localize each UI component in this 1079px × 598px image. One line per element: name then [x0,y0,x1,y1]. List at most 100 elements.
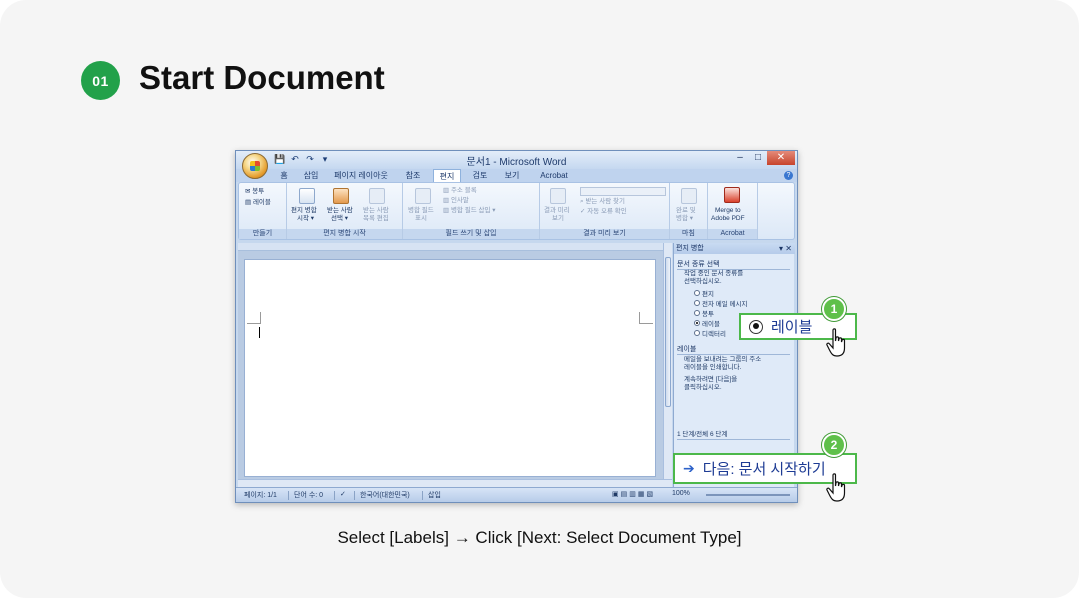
select-recipients-icon [333,188,349,204]
tab-page-layout[interactable]: 페이지 레이아웃 [328,169,394,182]
word-window: 💾 ↶ ↷ ▾ 문서1 - Microsoft Word – □ ✕ 홈 삽입 … [235,150,798,503]
step-status: 1 단계/전체 6 단계 [677,431,790,440]
word-count: 단어 수: 0 [294,492,324,499]
page-count: 페이지: 1/1 [244,492,277,499]
preview-results-icon [550,188,566,204]
pane-close-icon[interactable]: ▾ ✕ [779,243,792,254]
radio-icon [694,310,700,316]
status-separator [334,491,335,500]
envelopes-button[interactable]: ✉ 봉투 [245,188,264,196]
document-area [238,243,663,479]
record-navigator[interactable] [580,187,666,196]
step-number-badge: 01 [81,61,120,100]
office-button[interactable] [242,153,268,179]
close-button[interactable]: ✕ [767,151,795,165]
office-logo-icon [250,161,260,171]
group-label: 편지 병합 시작 [287,229,402,239]
text-cursor [259,327,260,338]
vertical-scrollbar[interactable] [663,243,672,479]
proofing-icon[interactable]: ✓ [340,490,346,498]
address-block-button[interactable]: ▥ 주소 블록 [443,187,477,195]
title-bar: 💾 ↶ ↷ ▾ 문서1 - Microsoft Word – □ ✕ [236,151,797,169]
greeting-line-button[interactable]: ▥ 인사말 [443,197,469,205]
finish-merge-icon [681,188,697,204]
hand-cursor-icon [826,328,846,357]
zoom-slider[interactable] [706,494,790,496]
start-mail-merge-button[interactable]: 편지 병합 [291,207,317,215]
ribbon: ✉ 봉투 ▤ 레이블 만들기 편지 병합 시작 ▾ 받는 사람 선택 ▾ 받는 … [238,182,795,240]
ribbon-tabs: 홈 삽입 페이지 레이아웃 참조 편지 검토 보기 Acrobat ? [236,169,797,182]
group-label: 필드 쓰기 및 삽입 [403,229,539,239]
radio-envelopes[interactable]: 봉투 [694,308,714,318]
arrow-right-icon: ➔ [683,460,695,476]
group-label: 결과 미리 보기 [540,229,669,239]
find-recipient-button[interactable]: ⌕ 받는 사람 찾기 [580,198,625,206]
pane-header: 편지 병합 ▾ ✕ [674,243,795,254]
mail-merge-pane: 편지 병합 ▾ ✕ 문서 종류 선택 작업 중인 문서 종류를 선택하십시오. … [673,243,795,487]
callout-number-2: 2 [822,433,846,457]
group-acrobat: Merge to Adobe PDF Acrobat [708,183,758,239]
edit-recipient-list-button[interactable]: 받는 사람 [363,207,389,215]
preview-results-button[interactable]: 결과 미리 [544,207,570,215]
callout-number-1: 1 [822,297,846,321]
view-buttons-icon[interactable]: ▣▤▥▦▧ [612,490,655,498]
help-icon[interactable]: ? [784,171,793,180]
merge-to-pdf-icon [724,187,740,203]
insert-merge-field-button[interactable]: ▥ 병합 필드 삽입 ▾ [443,207,496,215]
auto-check-errors-button[interactable]: ✓ 자동 오류 확인 [580,208,627,216]
ruler [238,243,663,251]
callout-labels-text: 레이블 [771,319,813,336]
tab-acrobat[interactable]: Acrobat [534,169,574,182]
radio-letters[interactable]: 편지 [694,288,714,298]
status-separator [422,491,423,500]
minimize-button[interactable]: – [731,151,749,165]
tab-insert[interactable]: 삽입 [298,169,324,182]
crop-mark [639,312,653,324]
restore-button[interactable]: □ [749,151,767,165]
insert-mode[interactable]: 삽입 [428,490,441,500]
edit-recipient-list-icon [369,188,385,204]
horizontal-scrollbar[interactable] [238,479,672,487]
crop-mark [247,312,261,324]
zoom-level[interactable]: 100% [672,490,690,497]
window-title: 문서1 - Microsoft Word [466,157,567,168]
radio-selected-icon [749,319,763,334]
callout-next-text: 다음: 문서 시작하기 [702,461,826,478]
scroll-thumb[interactable] [665,257,671,407]
tab-view[interactable]: 보기 [499,169,525,182]
group-label: 마침 [670,229,707,239]
highlight-merge-fields-button[interactable]: 병합 필드 [408,207,434,215]
group-preview-results: 결과 미리 보기 ⌕ 받는 사람 찾기 ✓ 자동 오류 확인 결과 미리 보기 [540,183,670,239]
group-create: ✉ 봉투 ▤ 레이블 만들기 [239,183,287,239]
section-labels: 레이블 [677,344,790,355]
tutorial-card: 01 Start Document 💾 ↶ ↷ ▾ 문서1 - Microsof… [0,0,1079,598]
select-recipients-button[interactable]: 받는 사람 [327,207,353,215]
finish-merge-button[interactable]: 완료 및 [676,207,696,215]
section-document-type: 문서 종류 선택 [677,259,790,270]
group-finish: 완료 및 병합 ▾ 마침 [670,183,708,239]
labels-button[interactable]: ▤ 레이블 [245,199,271,207]
radio-icon [694,330,700,336]
status-separator [354,491,355,500]
language[interactable]: 한국어(대한민국) [360,490,410,500]
radio-labels[interactable]: 레이블 [694,318,720,328]
status-separator [288,491,289,500]
tab-review[interactable]: 검토 [467,169,493,182]
radio-directory[interactable]: 디렉터리 [694,328,726,338]
group-label: 만들기 [239,229,286,239]
tab-home[interactable]: 홈 [274,169,294,182]
pane-title: 편지 병합 [676,245,704,252]
group-start-mail-merge: 편지 병합 시작 ▾ 받는 사람 선택 ▾ 받는 사람 목록 편집 편지 병합 … [287,183,403,239]
window-controls: – □ ✕ [731,151,795,165]
tab-mailings[interactable]: 편지 [433,169,461,182]
group-label: Acrobat [708,229,757,239]
radio-selected-icon [694,320,700,326]
tab-references[interactable]: 참조 [400,169,426,182]
merge-to-pdf-button[interactable]: Merge to [715,207,741,215]
step-title: Start Document [139,59,385,96]
highlight-merge-fields-icon [415,188,431,204]
radio-email[interactable]: 전자 메일 메시지 [694,298,747,308]
status-bar: 페이지: 1/1 단어 수: 0 ✓ 한국어(대한민국) 삽입 ▣▤▥▦▧ 10… [236,487,797,502]
radio-icon [694,290,700,296]
document-page[interactable] [244,259,656,477]
